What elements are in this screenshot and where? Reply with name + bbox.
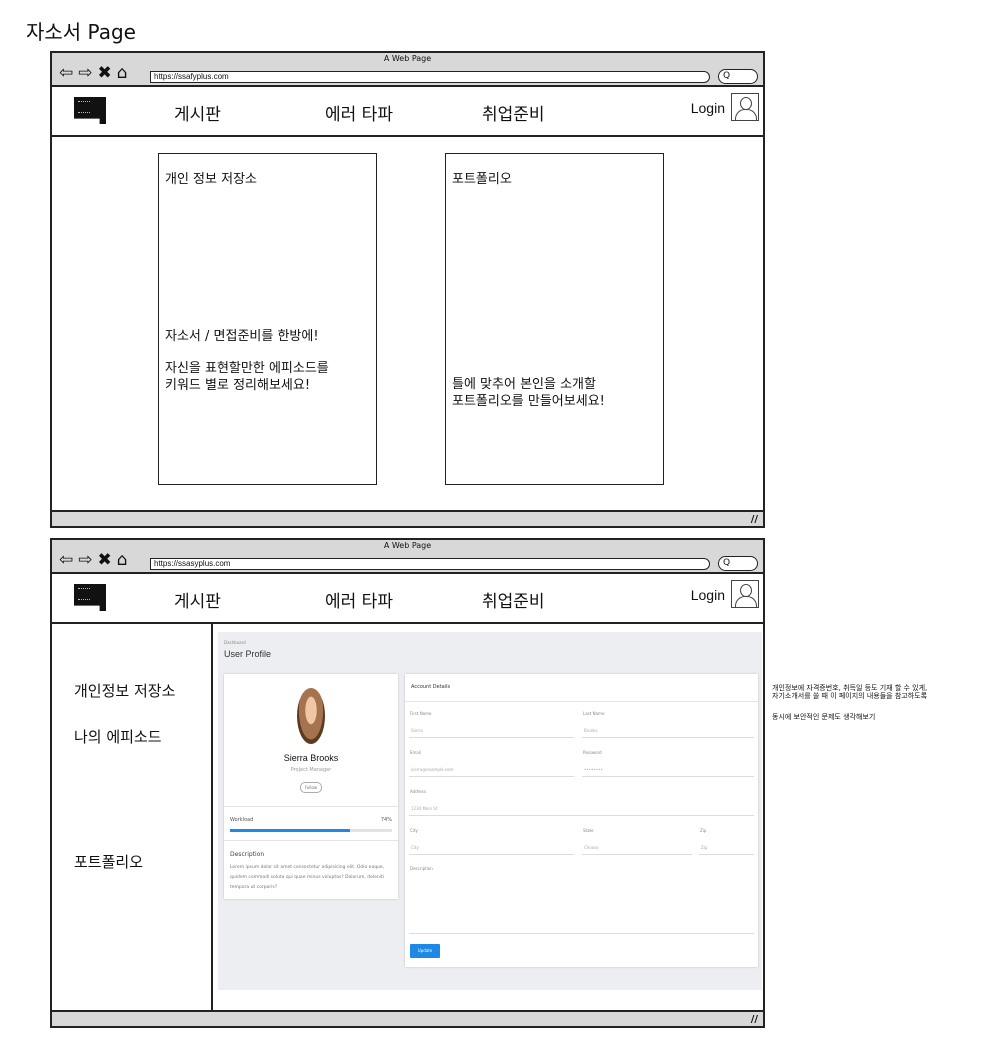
search-button[interactable]: Q <box>718 556 758 571</box>
password-field[interactable]: •••••••• <box>582 763 754 777</box>
divider <box>224 806 398 807</box>
card-title: 개인 정보 저장소 <box>165 172 257 187</box>
email-label: Email <box>410 750 422 755</box>
breadcrumb[interactable]: Dashboard <box>224 640 246 645</box>
first-name-label: First Name <box>410 711 432 716</box>
zip-field[interactable]: Zip <box>699 841 754 855</box>
home-icon[interactable]: ⌂ <box>117 552 128 569</box>
url-bar[interactable]: https://ssafyplus.com <box>150 71 710 83</box>
account-heading: Account Details <box>411 684 451 690</box>
browser-statusbar: // <box>52 1010 763 1026</box>
home-icon[interactable]: ⌂ <box>117 65 128 82</box>
workload-label: Workload <box>230 817 254 823</box>
browser-window-bottom: A Web Page ⇦ ⇨ ✖ ⌂ https://ssasyplus.com… <box>50 538 765 1028</box>
card-personal-storage[interactable]: 개인 정보 저장소 자소서 / 면접준비를 한방에! 자신을 표현할만한 에피소… <box>158 153 377 485</box>
user-avatar-icon[interactable] <box>731 93 759 121</box>
follow-button[interactable]: Follow <box>300 782 322 793</box>
menu-item-episodes[interactable]: 나의 에피소드 <box>74 726 162 747</box>
side-note-line: 동시에 보안적인 문제도 생각해보기 <box>772 713 876 721</box>
browser-window-top: A Web Page ⇦ ⇨ ✖ ⌂ https://ssafyplus.com… <box>50 51 765 528</box>
last-name-field[interactable]: Brooks <box>582 724 754 738</box>
zip-label: Zip <box>700 828 707 833</box>
window-title: A Web Page <box>383 541 432 550</box>
left-menu: 개인정보 저장소 나의 에피소드 포트폴리오 <box>52 624 213 1010</box>
card-portfolio[interactable]: 포트폴리오 틀에 맞추어 본인을 소개할 포트폴리오를 만들어보세요! <box>445 153 664 485</box>
window-title: A Web Page <box>383 54 432 63</box>
close-icon[interactable]: ✖ <box>98 552 112 569</box>
profile-role: Project Manager <box>290 767 332 773</box>
site-header: 게시판 에러 타파 취업준비 Login <box>52 574 763 624</box>
logo[interactable] <box>74 584 106 611</box>
address-field[interactable]: 1234 Main St <box>409 802 754 816</box>
page-title: 자소서 Page <box>26 20 136 44</box>
logo[interactable] <box>74 97 106 124</box>
resize-grip-icon[interactable]: // <box>751 1014 758 1025</box>
state-select[interactable]: Choose <box>582 841 692 855</box>
nav-item-job[interactable]: 취업준비 <box>482 587 545 612</box>
first-name-field[interactable]: Sierra <box>409 724 574 738</box>
card-line: 틀에 맞추어 본인을 소개할 <box>452 377 596 392</box>
menu-item-personal-storage[interactable]: 개인정보 저장소 <box>74 680 175 701</box>
nav-item-error[interactable]: 에러 타파 <box>325 100 393 125</box>
search-icon: Q <box>723 71 731 81</box>
search-button[interactable]: Q <box>718 69 758 84</box>
back-arrow-icon[interactable]: ⇦ <box>59 552 73 569</box>
last-name-label: Last Name <box>583 711 605 716</box>
resize-grip-icon[interactable]: // <box>751 514 758 525</box>
nav-item-job[interactable]: 취업준비 <box>482 100 545 125</box>
workload-progress <box>230 829 392 832</box>
side-note-line: 개인정보에 자격증번호, 취득일 등도 기재 할 수 있게, <box>772 684 928 692</box>
card-title: 포트폴리오 <box>452 172 512 187</box>
description-label: Description <box>410 866 433 871</box>
side-note-line: 자기소개서를 쓸 때 이 페이지의 내용들을 참고하도록 <box>772 692 928 700</box>
menu-item-portfolio[interactable]: 포트폴리오 <box>74 851 143 872</box>
description-textarea[interactable] <box>409 872 754 934</box>
profile-area: Dashboard User Profile Sierra Brooks Pro… <box>218 632 762 990</box>
description-heading: Description <box>230 851 265 858</box>
nav-icons: ⇦ ⇨ ✖ ⌂ <box>59 65 128 82</box>
search-icon: Q <box>723 558 731 568</box>
workload-progress-fill <box>230 829 350 832</box>
card-line: 키워드 별로 정리해보세요! <box>165 378 311 393</box>
site-header: 게시판 에러 타파 취업준비 Login <box>52 87 763 137</box>
profile-card: Sierra Brooks Project Manager Follow Wor… <box>224 674 398 899</box>
city-field[interactable]: City <box>409 841 574 855</box>
address-label: Address <box>410 789 426 794</box>
forward-arrow-icon[interactable]: ⇨ <box>78 552 92 569</box>
login-link[interactable]: Login <box>691 587 725 603</box>
browser-titlebar: A Web Page ⇦ ⇨ ✖ ⌂ https://ssasyplus.com… <box>52 540 763 574</box>
divider <box>405 701 758 702</box>
nav-item-error[interactable]: 에러 타파 <box>325 587 393 612</box>
profile-photo <box>297 688 325 744</box>
update-account-button[interactable]: Update Account <box>410 944 440 967</box>
workload-percent: 74% <box>380 817 392 823</box>
user-avatar-icon[interactable] <box>731 580 759 608</box>
password-label: Password <box>583 750 602 755</box>
nav-icons: ⇦ ⇨ ✖ ⌂ <box>59 552 128 569</box>
browser-titlebar: A Web Page ⇦ ⇨ ✖ ⌂ https://ssafyplus.com… <box>52 53 763 87</box>
account-card: Account Details First Name Sierra Last N… <box>405 674 758 967</box>
card-line: 자소서 / 면접준비를 한방에! <box>165 329 319 344</box>
nav-item-board[interactable]: 게시판 <box>174 587 221 612</box>
card-line: 자신을 표현할만한 에피소드를 <box>165 361 329 376</box>
login-link[interactable]: Login <box>691 100 725 116</box>
nav-item-board[interactable]: 게시판 <box>174 100 221 125</box>
side-note: 개인정보에 자격증번호, 취득일 등도 기재 할 수 있게, 자기소개서를 쓸 … <box>772 684 927 721</box>
email-field[interactable]: sierra@example.com <box>409 763 574 777</box>
state-label: State <box>583 828 594 833</box>
city-label: City <box>410 828 418 833</box>
browser-statusbar: // <box>52 510 763 526</box>
profile-page-title: User Profile <box>224 649 272 659</box>
forward-arrow-icon[interactable]: ⇨ <box>78 65 92 82</box>
description-text: Lorem ipsum dolor sit amet consectetur a… <box>230 865 385 890</box>
card-line: 포트폴리오를 만들어보세요! <box>452 394 605 409</box>
divider <box>224 840 398 841</box>
back-arrow-icon[interactable]: ⇦ <box>59 65 73 82</box>
profile-name: Sierra Brooks <box>283 753 339 763</box>
url-bar[interactable]: https://ssasyplus.com <box>150 558 710 570</box>
close-icon[interactable]: ✖ <box>98 65 112 82</box>
